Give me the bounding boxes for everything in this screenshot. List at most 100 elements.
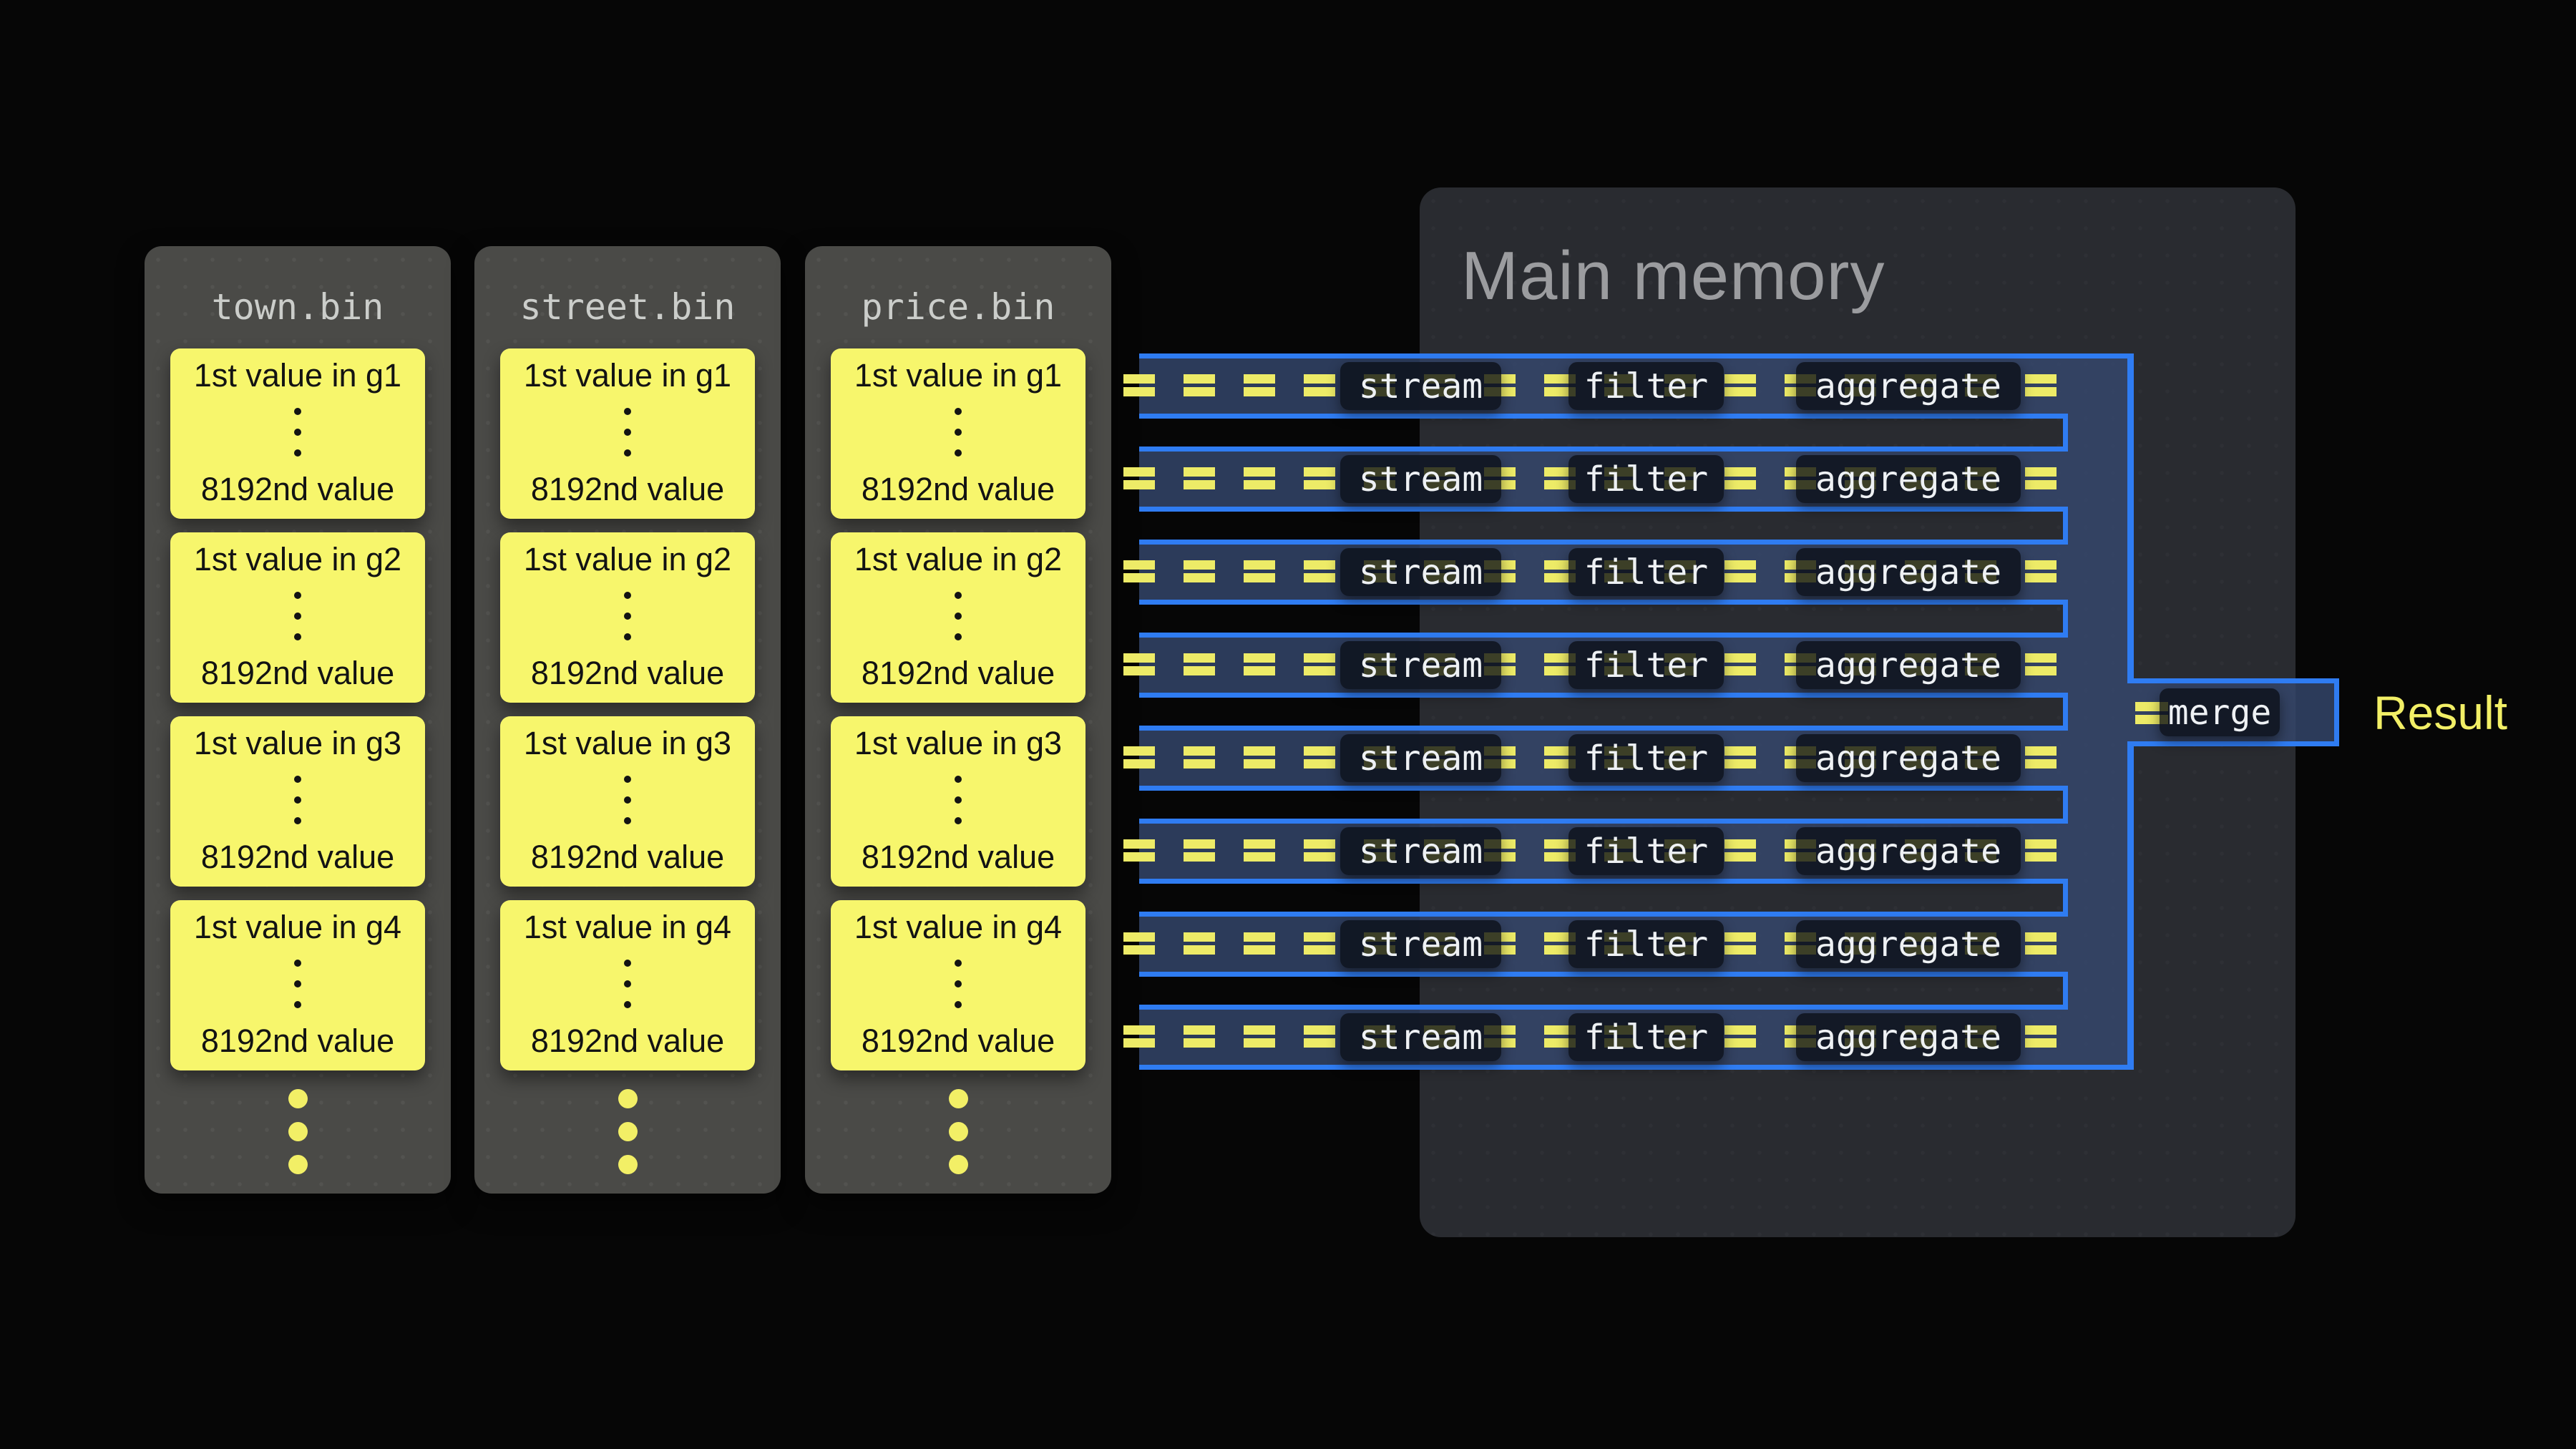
stage-label: filter — [1584, 738, 1708, 779]
dot-icon — [618, 1155, 638, 1174]
granule-block: 1st value in g48192nd value — [170, 900, 425, 1070]
lane-border-bottom — [1139, 786, 2068, 791]
stage-box-aggregate: aggregate — [1796, 362, 2021, 410]
dot-icon — [624, 776, 631, 783]
dot-icon — [294, 817, 301, 824]
stage-label: aggregate — [1815, 459, 2001, 499]
stage-label: filter — [1584, 645, 1708, 686]
dot-icon — [955, 592, 962, 599]
vertical-ellipsis-icon — [294, 776, 301, 824]
file-name: street.bin — [474, 286, 781, 328]
file-panel: town.bin1st value in g18192nd value1st v… — [145, 246, 451, 1194]
dot-icon — [624, 1001, 631, 1008]
granule-first-value: 1st value in g2 — [194, 542, 401, 576]
dot-icon — [618, 1089, 638, 1108]
stage-box-filter: filter — [1568, 455, 1724, 503]
stage-label: stream — [1359, 738, 1483, 779]
lane-border-bottom — [1139, 879, 2068, 884]
stage-label: stream — [1359, 645, 1483, 686]
vertical-ellipsis-icon — [624, 960, 631, 1008]
dot-icon — [624, 796, 631, 804]
dot-icon — [294, 796, 301, 804]
more-granules-ellipsis-icon — [474, 1089, 781, 1174]
granule-last-value: 8192nd value — [531, 1024, 724, 1058]
merge-lane-border-bottom — [2127, 741, 2339, 746]
vertical-ellipsis-icon — [624, 592, 631, 640]
stage-label: stream — [1359, 831, 1483, 872]
stage-box-filter: filter — [1568, 548, 1724, 596]
vertical-ellipsis-icon — [955, 776, 962, 824]
stage-box-aggregate: aggregate — [1796, 920, 2021, 968]
bus-right-border-bottom — [2127, 746, 2134, 1070]
stage-box-stream: stream — [1340, 920, 1501, 968]
dot-icon — [294, 449, 301, 457]
dot-icon — [955, 796, 962, 804]
granule-block: 1st value in g28192nd value — [170, 532, 425, 703]
vertical-ellipsis-icon — [955, 408, 962, 457]
granule-block: 1st value in g38192nd value — [500, 716, 755, 887]
file-panel: price.bin 1st value in g1 8192nd value 1st … — [805, 246, 1111, 1194]
granule-first-value: 1st value in g3 — [854, 726, 1062, 760]
dot-icon — [294, 776, 301, 783]
dot-icon — [624, 592, 631, 599]
stage-label: filter — [1584, 831, 1708, 872]
granule-last-value: 8192nd value — [862, 472, 1055, 506]
dot-icon — [955, 817, 962, 824]
dot-icon — [624, 960, 631, 967]
stage-box-aggregate: aggregate — [1796, 548, 2021, 596]
vertical-ellipsis-icon — [624, 408, 631, 457]
file-name: town.bin — [145, 286, 451, 328]
dot-icon — [955, 449, 962, 457]
lane-border-bottom — [1139, 693, 2068, 698]
granule-block: 1st value in g48192nd value — [831, 900, 1085, 1070]
stage-box-stream: stream — [1340, 827, 1501, 875]
granule-first-value: 1st value in g4 — [194, 910, 401, 944]
granule-last-value: 8192nd value — [862, 656, 1055, 690]
stage-label: stream — [1359, 1018, 1483, 1058]
stage-box-filter: filter — [1568, 641, 1724, 689]
stage-box-filter: filter — [1568, 827, 1724, 875]
stage-label: stream — [1359, 366, 1483, 406]
dot-icon — [294, 408, 301, 415]
file-panel: street.bin1st value in g18192nd value1st… — [474, 246, 781, 1194]
granule-first-value: 1st value in g2 — [854, 542, 1062, 576]
dot-icon — [624, 408, 631, 415]
stage-box-aggregate: aggregate — [1796, 734, 2021, 782]
file-name: price.bin — [805, 286, 1111, 328]
granule-last-value: 8192nd value — [531, 656, 724, 690]
dot-icon — [955, 1001, 962, 1008]
stage-label: filter — [1584, 552, 1708, 592]
stage-box-filter: filter — [1568, 362, 1724, 410]
lane-border-top — [1139, 912, 2068, 917]
stage-label: stream — [1359, 552, 1483, 592]
granule-first-value: 1st value in g3 — [524, 726, 731, 760]
dot-icon — [949, 1089, 968, 1108]
granule-first-value: 1st value in g1 — [524, 358, 731, 392]
granule-block: 1st value in g1 8192nd value — [500, 348, 755, 519]
dot-icon — [294, 633, 301, 640]
stage-box-stream: stream — [1340, 734, 1501, 782]
dot-icon — [288, 1122, 308, 1141]
bus-right-border-top — [2127, 353, 2134, 678]
granule-block: 1st value in g38192nd value — [170, 716, 425, 887]
stage-label: aggregate — [1815, 645, 2001, 686]
vertical-ellipsis-icon — [294, 592, 301, 640]
lane-border-top — [1139, 353, 2134, 358]
stage-label: aggregate — [1815, 924, 2001, 965]
more-granules-ellipsis-icon — [805, 1089, 1111, 1174]
lane-border-bottom — [1139, 1065, 2134, 1070]
dot-icon — [955, 980, 962, 987]
dot-icon — [624, 429, 631, 436]
stage-box-aggregate: aggregate — [1796, 1013, 2021, 1061]
stage-box-stream: stream — [1340, 641, 1501, 689]
dot-icon — [294, 960, 301, 967]
merge-operator-box: merge — [2160, 688, 2280, 736]
lane-border-top — [1139, 447, 2068, 452]
granule-first-value: 1st value in g1 — [854, 358, 1062, 392]
dot-icon — [955, 429, 962, 436]
granule-last-value: 8192nd value — [531, 472, 724, 506]
stage-box-filter: filter — [1568, 1013, 1724, 1061]
dot-icon — [624, 449, 631, 457]
merge-lane-border-top — [2127, 678, 2339, 683]
granule-block: 1st value in g28192nd value — [500, 532, 755, 703]
